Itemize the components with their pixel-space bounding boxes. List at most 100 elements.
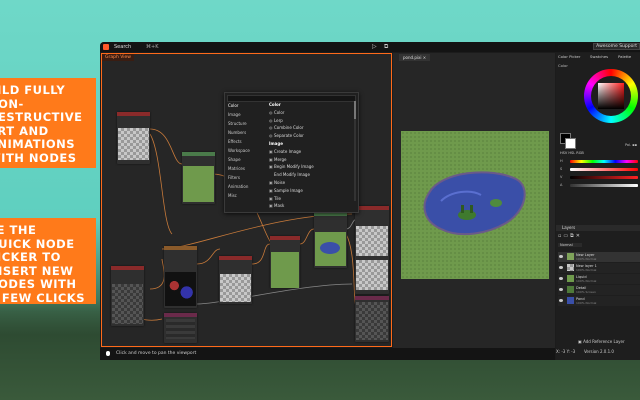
status-bar: Click and move to pan the viewport (100, 348, 555, 360)
app-window: Search ⌘+K ▷ ⧉ Awesome Support Graph Vie… (100, 42, 640, 360)
add-reference-layer-button[interactable]: ▣ Add Reference Layer (578, 339, 625, 344)
picker-item[interactable]: ▣Begin Modify Image (269, 163, 351, 171)
picker-category[interactable]: Matrices (228, 164, 264, 173)
slider-label-h: H (560, 159, 563, 163)
promo-banner-picker: USE THE QUICK NODE PICKER TO INSERT NEW … (0, 218, 96, 304)
tab-palette[interactable]: Palette (618, 54, 631, 59)
promo-banner-nodes: BUILD FULLY NON- DESTRUCTIVE ART AND ANI… (0, 78, 96, 168)
node-curve[interactable] (270, 236, 300, 288)
alpha-slider[interactable] (570, 184, 638, 187)
layer-thumbnail (567, 275, 574, 282)
picker-node-list: Color ◍ Color ◍ Lerp ◍ Combine Color ◍ Separ… (269, 101, 351, 210)
picker-item[interactable]: ◍ Lerp (269, 117, 351, 125)
quick-node-picker[interactable]: Color Image Structure Numbers Effects Wo… (224, 92, 359, 213)
layer-thumbnail (567, 253, 574, 260)
picker-category[interactable]: Workspace (228, 146, 264, 155)
layer-blend-info: 100% Normal (576, 257, 597, 261)
secondary-color-swatch[interactable] (565, 138, 576, 149)
node-transparent[interactable] (219, 256, 252, 304)
palette-label: Pal. ▪▪ (624, 143, 637, 147)
picker-category[interactable]: Image (228, 110, 264, 119)
picker-item[interactable]: ▣Sample Image (269, 187, 351, 195)
picker-category[interactable]: Effects (228, 137, 264, 146)
blend-mode-select[interactable]: Normal (558, 243, 582, 247)
delete-icon[interactable]: ✕ (576, 233, 582, 239)
picker-item[interactable]: ▣Create Image (269, 148, 351, 156)
layer-row[interactable]: New Layer 100% Normal (558, 252, 640, 262)
pixel-canvas[interactable] (401, 131, 549, 279)
layers-title: Layers (562, 225, 576, 230)
value-slider[interactable] (570, 176, 638, 179)
layer-thumbnail (567, 297, 574, 304)
layer-row[interactable]: Liquid 100% Normal (558, 274, 640, 284)
mouse-icon (106, 351, 110, 356)
picker-category[interactable]: Numbers (228, 128, 264, 137)
picker-item[interactable]: ◍ Combine Color (269, 124, 351, 132)
graph-view[interactable]: Graph View Color Image Structure Numbers… (101, 53, 392, 347)
eye-icon[interactable] (559, 288, 563, 291)
picker-category[interactable]: Shape (228, 155, 264, 164)
slider-label-a: A (560, 183, 563, 187)
layer-blend-info: 100% Normal (576, 301, 597, 305)
layer-thumbnail (567, 286, 574, 293)
color-wheel[interactable] (584, 69, 638, 123)
search-hotkey: ⌘+K (146, 44, 159, 50)
node-preview-checker[interactable] (117, 112, 150, 164)
support-badge[interactable]: Awesome Support (593, 43, 640, 50)
picker-item[interactable]: End Modify Image (269, 171, 351, 179)
picker-item[interactable]: ▣Merge (269, 156, 351, 164)
picker-category[interactable]: Misc (228, 191, 264, 200)
right-panel: Color Picker Swatches Palette Color Pal.… (556, 53, 640, 360)
slider-label-s: S (560, 167, 563, 171)
picker-category[interactable]: Filters (228, 173, 264, 182)
picker-item[interactable]: ◍ Separate Color (269, 132, 351, 140)
tab-swatches[interactable]: Swatches (590, 54, 608, 59)
cursor-coordinates: X: -3 Y: -3 (556, 349, 576, 354)
picker-item[interactable]: ▣Mask (269, 202, 351, 210)
play-icon[interactable]: ▷ (372, 43, 377, 50)
color-mode-tabs[interactable]: HSV HSL RGB (560, 151, 584, 155)
node-pond-preview[interactable] (314, 212, 347, 268)
share-icon[interactable]: ⧉ (384, 43, 388, 51)
node-grass-fill[interactable] (182, 152, 215, 204)
layer-blend-info: 100% Normal (576, 279, 597, 283)
document-tab[interactable]: pond.pixi × (399, 54, 431, 61)
picker-group-title: Image (269, 140, 283, 146)
picker-scrollbar[interactable] (354, 101, 356, 201)
hue-slider[interactable] (570, 160, 638, 163)
layer-row[interactable]: New layer 1 100% Normal (558, 263, 640, 273)
eye-icon[interactable] (559, 277, 563, 280)
canvas-viewport[interactable]: pond.pixi × (393, 53, 555, 348)
saturation-value-square[interactable] (598, 83, 624, 109)
picker-item[interactable]: ▣Noise (269, 179, 351, 187)
layer-row[interactable]: Pond 100% Normal (558, 296, 640, 306)
tab-color-picker[interactable]: Color Picker (558, 54, 580, 59)
picker-categories: Color Image Structure Numbers Effects Wo… (228, 101, 264, 200)
node-color-values[interactable] (164, 313, 197, 343)
status-hint: Click and move to pan the viewport (116, 351, 197, 356)
picker-category[interactable]: Structure (228, 119, 264, 128)
picker-item[interactable]: ◍ Color (269, 109, 351, 117)
picker-item[interactable]: ▣Tile (269, 195, 351, 203)
node-settings[interactable] (355, 296, 389, 342)
top-bar: Search ⌘+K ▷ ⧉ Awesome Support (100, 42, 640, 52)
layer-thumbnail (567, 264, 574, 271)
version-label: Version 2.0.1.0 (584, 349, 614, 354)
color-tabs: Color Picker Swatches Palette (556, 53, 640, 61)
picker-group-title: Color (269, 102, 281, 107)
color-label: Color (558, 63, 568, 68)
node-noise[interactable] (164, 246, 197, 308)
node-shape-outline[interactable] (111, 266, 144, 326)
eye-icon[interactable] (559, 299, 563, 302)
eye-icon[interactable] (559, 255, 563, 258)
search-button[interactable]: Search (114, 44, 131, 50)
node-output[interactable] (355, 206, 389, 294)
app-logo (103, 44, 109, 50)
layer-blend-info: 100% Screen (576, 290, 596, 294)
layer-row[interactable]: Detail 100% Screen (558, 285, 640, 295)
slider-label-v: V (560, 175, 563, 179)
picker-category[interactable]: Animation (228, 182, 264, 191)
saturation-slider[interactable] (570, 168, 638, 171)
picker-category[interactable]: Color (228, 101, 264, 110)
eye-icon[interactable] (559, 266, 563, 269)
